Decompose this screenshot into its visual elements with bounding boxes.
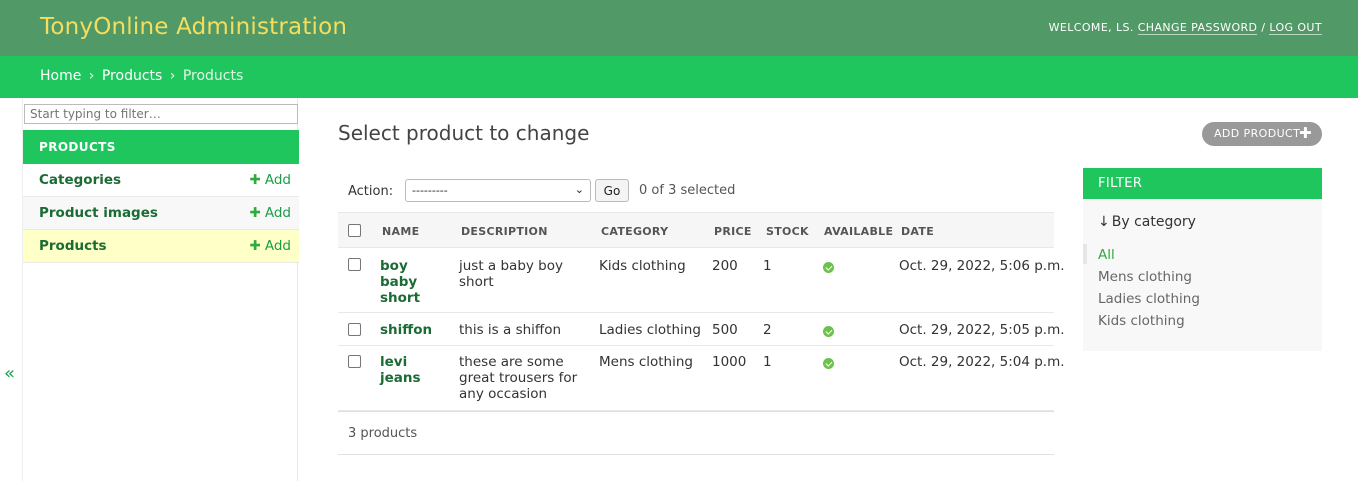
column-header-price[interactable]: PRICE xyxy=(714,225,752,238)
product-price: 200 xyxy=(712,258,738,274)
user-tools: WELCOME, LS. CHANGE PASSWORD / LOG OUT xyxy=(1048,21,1322,35)
user-name: LS xyxy=(1115,21,1130,34)
plus-icon: ✚ xyxy=(1299,124,1312,142)
actions-bar: Action: --------- ⌄ Go 0 of 3 selected xyxy=(338,178,1054,204)
check-circle-icon xyxy=(823,326,834,337)
nav-filter-input[interactable] xyxy=(24,104,298,124)
product-name-link[interactable]: shiffon xyxy=(380,322,440,338)
row-checkbox[interactable] xyxy=(348,258,361,271)
product-price: 1000 xyxy=(712,354,747,370)
breadcrumb-app[interactable]: Products xyxy=(102,68,162,84)
sidebar-item-label[interactable]: Products xyxy=(39,238,107,254)
column-header-date[interactable]: DATE xyxy=(901,225,934,238)
product-stock: 1 xyxy=(763,354,772,370)
action-label: Action: xyxy=(348,184,394,199)
breadcrumb: Home › Products › Products xyxy=(0,56,1358,98)
go-button[interactable]: Go xyxy=(595,179,629,202)
product-stock: 2 xyxy=(763,322,772,338)
product-category: Mens clothing xyxy=(599,354,693,370)
column-header-name[interactable]: NAME xyxy=(382,225,419,238)
row-checkbox[interactable] xyxy=(348,355,361,368)
table-row: boy baby short just a baby boy short Kid… xyxy=(338,248,1065,313)
log-out-link[interactable]: LOG OUT xyxy=(1269,21,1322,35)
nav-sidebar: PRODUCTS Categories ✚Add Product images … xyxy=(22,98,299,481)
product-name-link[interactable]: levi jeans xyxy=(380,354,440,386)
action-select[interactable]: --------- ⌄ xyxy=(405,179,591,202)
chevron-down-icon: ⌄ xyxy=(574,183,584,196)
filter-option-mens-clothing[interactable]: Mens clothing xyxy=(1098,269,1192,285)
table-row: levi jeans these are some great trousers… xyxy=(338,346,1065,411)
plus-icon: ✚ xyxy=(249,205,261,221)
breadcrumb-separator: › xyxy=(169,68,176,84)
row-checkbox[interactable] xyxy=(348,323,361,336)
add-categories-link[interactable]: ✚ Add xyxy=(250,172,291,188)
module-caption-products[interactable]: PRODUCTS xyxy=(23,130,299,164)
column-header-category[interactable]: CATEGORY xyxy=(601,225,668,238)
welcome-text: WELCOME, xyxy=(1048,21,1116,34)
arrow-down-icon: ↓ xyxy=(1098,214,1110,230)
column-header-stock[interactable]: STOCK xyxy=(766,225,809,238)
product-description: just a baby boy short xyxy=(459,258,563,290)
table-row: shiffon this is a shiffon Ladies clothin… xyxy=(338,313,1065,346)
filter-option-all[interactable]: All xyxy=(1098,247,1115,263)
breadcrumb-home[interactable]: Home xyxy=(40,68,81,84)
site-header: TonyOnline Administration WELCOME, LS. C… xyxy=(0,0,1358,56)
site-title[interactable]: TonyOnline Administration xyxy=(40,14,347,40)
product-date: Oct. 29, 2022, 5:04 p.m. xyxy=(899,354,1065,370)
filter-caption: FILTER xyxy=(1083,168,1322,199)
product-price: 500 xyxy=(712,322,738,338)
add-product-images-link[interactable]: ✚ Add xyxy=(250,205,291,221)
sidebar-item-label[interactable]: Product images xyxy=(39,205,158,221)
filter-option-ladies-clothing[interactable]: Ladies clothing xyxy=(1098,291,1200,307)
sidebar-item-product-images: Product images ✚ Add xyxy=(23,197,299,230)
column-header-available[interactable]: AVAILABLE xyxy=(824,225,893,238)
column-header-description[interactable]: DESCRIPTION xyxy=(461,225,548,238)
filter-heading[interactable]: ↓ By category xyxy=(1098,214,1196,230)
product-category: Ladies clothing xyxy=(599,322,701,338)
change-password-link[interactable]: CHANGE PASSWORD xyxy=(1137,21,1258,35)
plus-icon: ✚ xyxy=(249,238,261,254)
product-stock: 1 xyxy=(763,258,772,274)
sidebar-item-label[interactable]: Categories xyxy=(39,172,121,188)
product-description: this is a shiffon xyxy=(459,322,562,338)
product-date: Oct. 29, 2022, 5:05 p.m. xyxy=(899,322,1065,338)
selection-count: 0 of 3 selected xyxy=(639,183,736,198)
page-title: Select product to change xyxy=(338,121,590,145)
filter-heading-label: By category xyxy=(1111,214,1196,230)
product-category: Kids clothing xyxy=(599,258,686,274)
breadcrumb-separator: › xyxy=(88,68,95,84)
product-date: Oct. 29, 2022, 5:06 p.m. xyxy=(899,258,1065,274)
add-product-label: ADD PRODUCT xyxy=(1214,127,1301,140)
check-circle-icon xyxy=(823,358,834,369)
paginator: 3 products xyxy=(338,411,1054,455)
add-product-button[interactable]: ADD PRODUCT ✚ xyxy=(1202,122,1322,146)
double-chevron-left-icon[interactable]: « xyxy=(4,363,15,384)
filter-option-kids-clothing[interactable]: Kids clothing xyxy=(1098,313,1185,329)
selected-filter-marker xyxy=(1083,244,1087,264)
sidebar-item-categories: Categories ✚ Add xyxy=(23,164,299,197)
add-products-link[interactable]: ✚ Add xyxy=(250,238,291,254)
breadcrumb-current: Products xyxy=(182,68,244,84)
user-tools-separator: / xyxy=(1257,21,1270,34)
action-selected-value: --------- xyxy=(412,184,448,197)
plus-icon: ✚ xyxy=(249,172,261,188)
select-all-checkbox[interactable] xyxy=(348,224,361,237)
sidebar-item-products: Products ✚ Add xyxy=(23,230,299,263)
table-header: NAME DESCRIPTION CATEGORY PRICE STOCK AV… xyxy=(338,212,1054,248)
product-name-link[interactable]: boy baby short xyxy=(380,258,440,306)
check-circle-icon xyxy=(823,262,834,273)
changelist-filter: FILTER ↓ By category All Mens clothing La… xyxy=(1083,168,1322,351)
product-description: these are some great trousers for any oc… xyxy=(459,354,578,402)
